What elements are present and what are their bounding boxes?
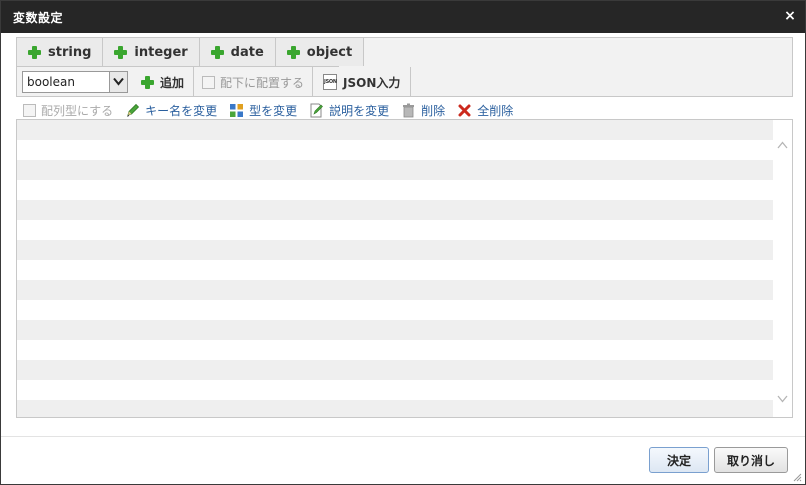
checkbox-icon (23, 103, 36, 117)
list-row (17, 140, 774, 160)
checkbox-icon (202, 75, 216, 89)
list-row (17, 360, 774, 380)
list-row (17, 180, 774, 200)
json-icon-text: JSON (324, 79, 337, 85)
add-date-label: date (230, 44, 264, 60)
rename-key-label: キー名を変更 (145, 103, 218, 118)
plus-icon (286, 45, 300, 59)
add-panel: string integer date object boolean 追加 配下… (16, 37, 793, 97)
add-integer-button[interactable]: integer (103, 38, 200, 66)
add-integer-label: integer (134, 44, 188, 60)
type-tab-row: string integer date object (17, 38, 365, 66)
place-under-checkbox: 配下に配置する (194, 67, 314, 97)
array-type-label: 配列型にする (41, 103, 114, 118)
delete-label: 削除 (421, 103, 446, 118)
list-row (17, 400, 774, 417)
array-type-checkbox: 配列型にする (23, 102, 113, 119)
add-string-button[interactable]: string (17, 38, 104, 66)
type-select[interactable]: boolean (22, 71, 128, 93)
ok-button[interactable]: 決定 (649, 447, 709, 473)
json-input-label: JSON入力 (343, 75, 401, 90)
variable-settings-dialog: 変数設定 × string integer date object boolea… (0, 0, 806, 485)
list-row (17, 260, 774, 280)
scroll-up-icon[interactable] (777, 138, 788, 149)
add-object-label: object (306, 44, 353, 60)
cancel-button[interactable]: 取り消し (714, 447, 788, 473)
dialog-title: 変数設定 (13, 11, 64, 25)
plus-icon (210, 45, 224, 59)
delete-link[interactable]: 削除 (401, 102, 445, 119)
plus-icon (141, 75, 154, 89)
change-description-link[interactable]: 説明を変更 (309, 102, 389, 119)
add-toolbar: boolean 追加 配下に配置する JSON JSON入力 (17, 67, 412, 97)
list-row (17, 380, 774, 400)
close-icon[interactable]: × (783, 9, 797, 23)
list-row (17, 120, 774, 140)
list-row (17, 240, 774, 260)
type-select-value: boolean (27, 75, 75, 89)
red-x-icon (457, 103, 472, 118)
list-row (17, 160, 774, 180)
json-input-button[interactable]: JSON JSON入力 (313, 67, 412, 97)
add-date-button[interactable]: date (199, 38, 276, 66)
chevron-down-icon[interactable] (109, 72, 127, 92)
convert-icon (229, 103, 244, 118)
change-type-label: 型を変更 (249, 103, 298, 118)
trash-icon (401, 103, 416, 118)
add-button[interactable]: 追加 (135, 67, 195, 97)
add-string-label: string (48, 44, 92, 60)
change-description-label: 説明を変更 (329, 103, 390, 118)
item-actions: 配列型にする キー名を変更 型を変更 説明を変更 削除 全削除 (23, 101, 525, 119)
resize-grip-icon[interactable] (792, 471, 802, 482)
list-row (17, 300, 774, 320)
vertical-scrollbar[interactable] (773, 120, 792, 417)
add-button-label: 追加 (160, 75, 185, 90)
dialog-titlebar: 変数設定 × (1, 1, 805, 33)
pencil-icon (125, 103, 140, 118)
list-row (17, 200, 774, 220)
json-file-icon: JSON (323, 74, 338, 90)
list-row (17, 220, 774, 240)
plus-icon (114, 45, 128, 59)
add-object-button[interactable]: object (275, 38, 365, 66)
variable-list[interactable] (16, 119, 793, 418)
delete-all-link[interactable]: 全削除 (457, 102, 513, 119)
list-row (17, 320, 774, 340)
plus-icon (28, 45, 41, 59)
edit-document-icon (309, 103, 324, 118)
change-type-link[interactable]: 型を変更 (229, 102, 297, 119)
list-row (17, 280, 774, 300)
place-under-label: 配下に配置する (220, 75, 305, 90)
delete-all-label: 全削除 (477, 103, 514, 118)
footer-divider (1, 436, 805, 437)
scroll-down-icon[interactable] (777, 392, 788, 403)
rename-key-link[interactable]: キー名を変更 (125, 102, 217, 119)
list-row (17, 340, 774, 360)
